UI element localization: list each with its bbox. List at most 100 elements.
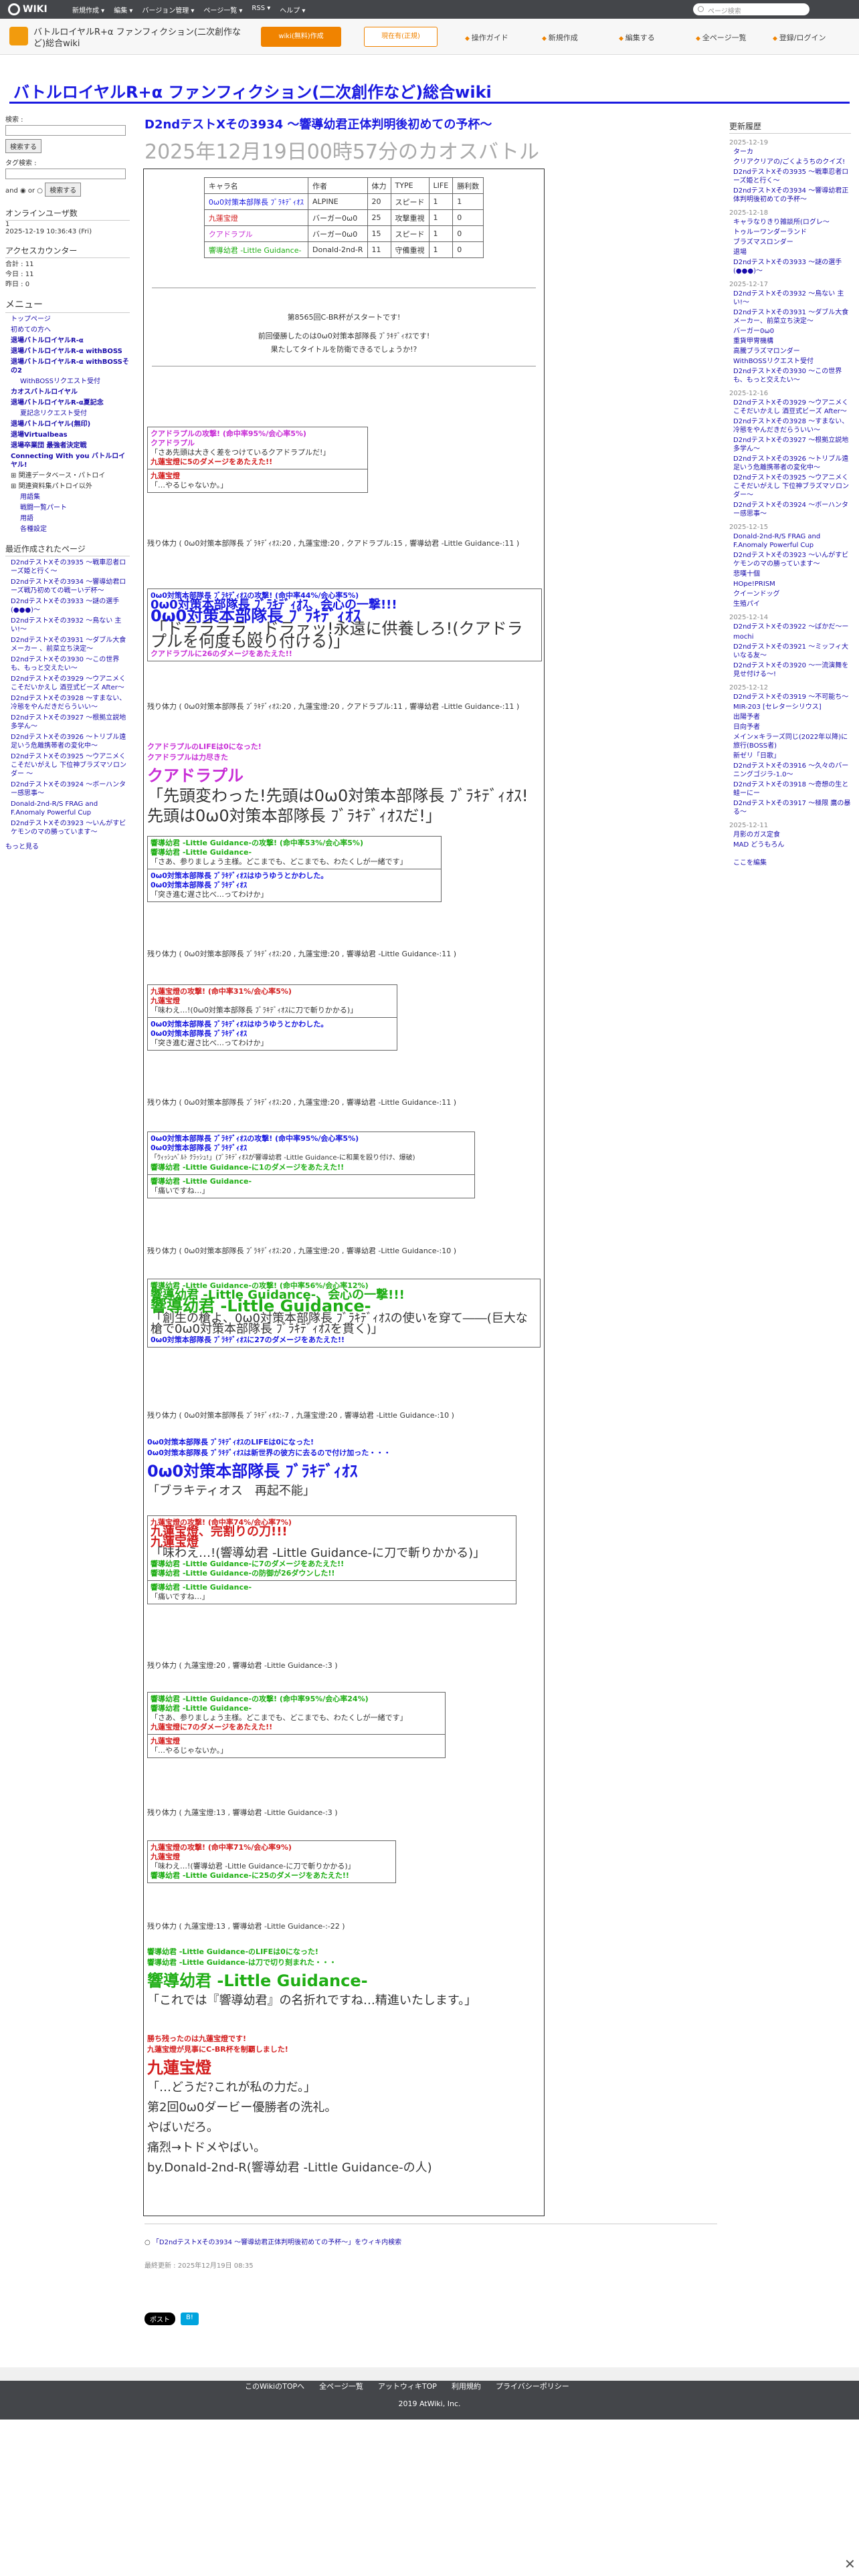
history-item[interactable]: MAD どうもろん bbox=[733, 841, 851, 849]
new-page-link[interactable]: 新規作成 bbox=[542, 32, 619, 43]
tag-search-button[interactable]: 検索する bbox=[45, 183, 82, 197]
wiki-search-link[interactable]: ○ 「D2ndテストXその3934 〜響導幼君正体判明後初めての予杯〜」をウィキ… bbox=[145, 2224, 717, 2246]
recent-item[interactable]: D2ndテストXその3923 〜いんがすビケモンのマの勝っています〜 bbox=[11, 819, 130, 837]
menu-item[interactable]: ⊞ 関連データベース・パトロイ bbox=[11, 471, 130, 480]
close-icon[interactable]: ✕ bbox=[844, 2556, 856, 2572]
history-item[interactable]: D2ndテストXその3923 〜いんがすビケモンのマの勝っています〜 bbox=[733, 551, 851, 568]
menu-item[interactable]: 退場Virtualbeas bbox=[11, 431, 130, 439]
site-title[interactable]: バトルロイヤルR+α ファンフィクション(二次創作など)総合wiki bbox=[13, 79, 492, 102]
expand-icon[interactable]: ⊞ bbox=[11, 472, 19, 479]
footer-link[interactable]: このWikiのTOPへ bbox=[245, 2381, 304, 2391]
history-item[interactable]: ブラズマスロンダー bbox=[733, 238, 851, 247]
menu-item[interactable]: 用語集 bbox=[20, 493, 130, 502]
menu-item[interactable]: 戦闘一覧パート bbox=[20, 504, 130, 512]
history-item[interactable]: MIR-203 [セレターシリウス] bbox=[733, 703, 851, 712]
menu-item[interactable]: 夏記念リクエスト受付 bbox=[20, 409, 130, 418]
history-item[interactable]: D2ndテストXその3925 〜ウアニメくこそだいがえし 下位神ブラズマソロンダ… bbox=[733, 473, 851, 500]
history-item[interactable]: ターカ bbox=[733, 148, 851, 156]
footer-link[interactable]: アットウィキTOP bbox=[378, 2381, 437, 2391]
recent-item[interactable]: D2ndテストXその3933 〜謎の選手 (●●●)〜 bbox=[11, 597, 130, 615]
edit-link[interactable]: 編集する bbox=[619, 32, 696, 43]
menu-item[interactable]: Connecting With you バトルロイヤル! bbox=[11, 452, 130, 469]
recent-item[interactable]: D2ndテストXその3928 〜すまない、冷態をやんだきだらういい〜 bbox=[11, 694, 130, 712]
menu-item[interactable]: 各種設定 bbox=[20, 525, 130, 534]
history-item[interactable]: D2ndテストXその3917 〜極限 鷹の暴る〜 bbox=[733, 799, 851, 817]
more-link[interactable]: もっと見る bbox=[5, 841, 130, 851]
menu-item[interactable]: 退場バトルロイヤルR-α夏記念 bbox=[11, 399, 130, 407]
footer-link[interactable]: 全ページ一覧 bbox=[319, 2381, 363, 2391]
history-item[interactable]: 日向予者 bbox=[733, 723, 851, 732]
history-item[interactable]: 重貨甲冑機構 bbox=[733, 337, 851, 346]
menu-item[interactable]: ⊞ 関連資料集パトロイ以外 bbox=[11, 482, 130, 491]
history-item[interactable]: トゥルーワンダーランド bbox=[733, 228, 851, 237]
history-item[interactable]: バーガー0ω0 bbox=[733, 327, 851, 336]
login-link[interactable]: 登録/ログイン bbox=[773, 32, 850, 43]
history-item[interactable]: mochi bbox=[733, 633, 851, 641]
menu-item[interactable]: WithBOSSリクエスト受付 bbox=[20, 377, 130, 386]
menu-pages[interactable]: ページ一覧 ▾ bbox=[203, 5, 242, 15]
history-item[interactable]: 悲嘆十個 bbox=[733, 570, 851, 578]
sidebar-search-button[interactable]: 検索する bbox=[5, 139, 41, 153]
menu-item[interactable]: 退場バトルロイヤル(無印) bbox=[11, 420, 130, 429]
history-item[interactable]: D2ndテストXその3916 〜久々のバーニングゴジラ-1.0〜 bbox=[733, 762, 851, 779]
guide-link[interactable]: 操作ガイド bbox=[465, 32, 542, 43]
menu-item[interactable]: 退場バトルロイヤルR-α withBOSSその2 bbox=[11, 358, 130, 375]
history-item[interactable]: D2ndテストXその3926 〜トリブル遠足いう危離携帯者の変化中〜 bbox=[733, 455, 851, 472]
history-item[interactable]: D2ndテストXその3924 〜ボーハンター感思事〜 bbox=[733, 501, 851, 518]
create-wiki-button[interactable]: wiki(無料)作成 bbox=[261, 27, 341, 47]
recent-item[interactable]: D2ndテストXその3934 〜響導幼君ローズ戦乃初めての戦ーいデ杯〜 bbox=[11, 578, 130, 595]
footer-link[interactable]: 利用規約 bbox=[452, 2381, 481, 2391]
history-item[interactable]: D2ndテストXその3934 〜響導幼君正体判明後初めての予杯〜 bbox=[733, 187, 851, 204]
menu-item[interactable]: 退場バトルロイヤルR-α withBOSS bbox=[11, 347, 130, 356]
history-item[interactable]: D2ndテストXその3920 〜一流演舞を見せ付ける〜! bbox=[733, 661, 851, 679]
wiki-icon[interactable] bbox=[9, 27, 28, 45]
menu-rss[interactable]: RSS ▾ bbox=[252, 5, 270, 15]
recent-item[interactable]: D2ndテストXその3931 〜ダブル大食メーカー 、前菜立ち決定〜 bbox=[11, 636, 130, 653]
menu-version[interactable]: バージョン管理 ▾ bbox=[142, 5, 194, 15]
history-item[interactable]: 新ゼリ「日歌」 bbox=[733, 752, 851, 760]
history-item[interactable]: HOpe!PRISM bbox=[733, 580, 851, 588]
expand-icon[interactable]: ⊞ bbox=[11, 483, 19, 490]
menu-item[interactable]: 用語 bbox=[20, 514, 130, 523]
recent-item[interactable]: D2ndテストXその3932 〜鳥ない 主い!〜 bbox=[11, 617, 130, 634]
history-item[interactable]: D2ndテストXその3918 〜奇想の生と蛙ーにー bbox=[733, 780, 851, 798]
recent-item[interactable]: D2ndテストXその3935 〜戦車忍者ローズ姫と行く〜 bbox=[11, 558, 130, 576]
tag-search-input[interactable] bbox=[5, 169, 126, 179]
x-post-button[interactable]: ポスト bbox=[145, 2313, 175, 2325]
menu-edit[interactable]: 編集 ▾ bbox=[114, 5, 132, 15]
footer-link[interactable]: プライバシーポリシー bbox=[496, 2381, 569, 2391]
ranking-button[interactable]: 現在有(正規) bbox=[364, 27, 438, 47]
recent-item[interactable]: Donald-2nd-R/S FRAG and F.Anomaly Powerf… bbox=[11, 800, 130, 817]
history-item[interactable]: クリアクリアの/ごくようちのクイズ! bbox=[733, 158, 851, 167]
history-item[interactable]: D2ndテストXその3929 〜ウアニメくこそだいかえし 酒豆式ビーズ Afte… bbox=[733, 399, 851, 416]
hatena-button[interactable]: B! bbox=[181, 2313, 199, 2325]
menu-item[interactable]: 初めての方へ bbox=[11, 326, 130, 334]
history-item[interactable]: 退場 bbox=[733, 248, 851, 257]
menu-item[interactable]: カオスバトルロイヤル bbox=[11, 388, 130, 397]
history-item[interactable]: 月影のガス定食 bbox=[733, 831, 851, 839]
wiki-title[interactable]: バトルロイヤルR+α ファンフィクション(二次創作など)総合wiki bbox=[33, 27, 248, 49]
history-item[interactable]: D2ndテストXその3933 〜謎の選手 (●●●)〜 bbox=[733, 258, 851, 276]
history-item[interactable]: D2ndテストXその3921 〜ミッフィ大いなる友〜 bbox=[733, 643, 851, 660]
history-item[interactable]: D2ndテストXその3930 〜この世界も、もっと交えたい〜 bbox=[733, 367, 851, 385]
menu-item[interactable]: 退場バトルロイヤルR-α bbox=[11, 336, 130, 345]
history-item[interactable]: D2ndテストXその3931 〜ダブル大食メーカー、前菜立ち決定〜 bbox=[733, 308, 851, 326]
recent-item[interactable]: D2ndテストXその3930 〜この世界も、もっと交えたい〜 bbox=[11, 655, 130, 673]
recent-item[interactable]: D2ndテストXその3924 〜ボーハンター感思事〜 bbox=[11, 780, 130, 798]
history-item[interactable]: D2ndテストXその3932 〜鳥ない 主い!〜 bbox=[733, 290, 851, 307]
history-item[interactable]: キャラなりきり雑談所(ログレ〜 bbox=[733, 218, 851, 227]
history-item[interactable]: D2ndテストXその3928 〜すまない、冷態をやんだきだらういい〜 bbox=[733, 417, 851, 435]
atwiki-logo[interactable]: WIKI bbox=[8, 3, 47, 16]
history-item[interactable]: クイーンドッグ bbox=[733, 590, 851, 599]
history-item[interactable]: 生殖パイ bbox=[733, 600, 851, 609]
menu-item[interactable]: 退場卒業団 最強者決定戦 bbox=[11, 441, 130, 450]
history-item[interactable]: 出陽予者 bbox=[733, 713, 851, 722]
recent-item[interactable]: D2ndテストXその3927 〜根拠立説地多学ん〜 bbox=[11, 714, 130, 731]
sidebar-search-input[interactable] bbox=[5, 125, 126, 136]
history-item[interactable]: D2ndテストXその3919 〜不可能ち〜 bbox=[733, 693, 851, 702]
history-item[interactable]: Donald-2nd-R/S FRAG and F.Anomaly Powerf… bbox=[733, 532, 851, 550]
history-item[interactable]: WithBOSSリクエスト受付 bbox=[733, 357, 851, 366]
menu-help[interactable]: ヘルプ ▾ bbox=[280, 5, 305, 15]
recent-item[interactable]: D2ndテストXその3925 〜ウアニメくこそだいがえし 下位神ブラズマソロンダ… bbox=[11, 752, 130, 778]
menu-item[interactable]: トップページ bbox=[11, 315, 130, 324]
